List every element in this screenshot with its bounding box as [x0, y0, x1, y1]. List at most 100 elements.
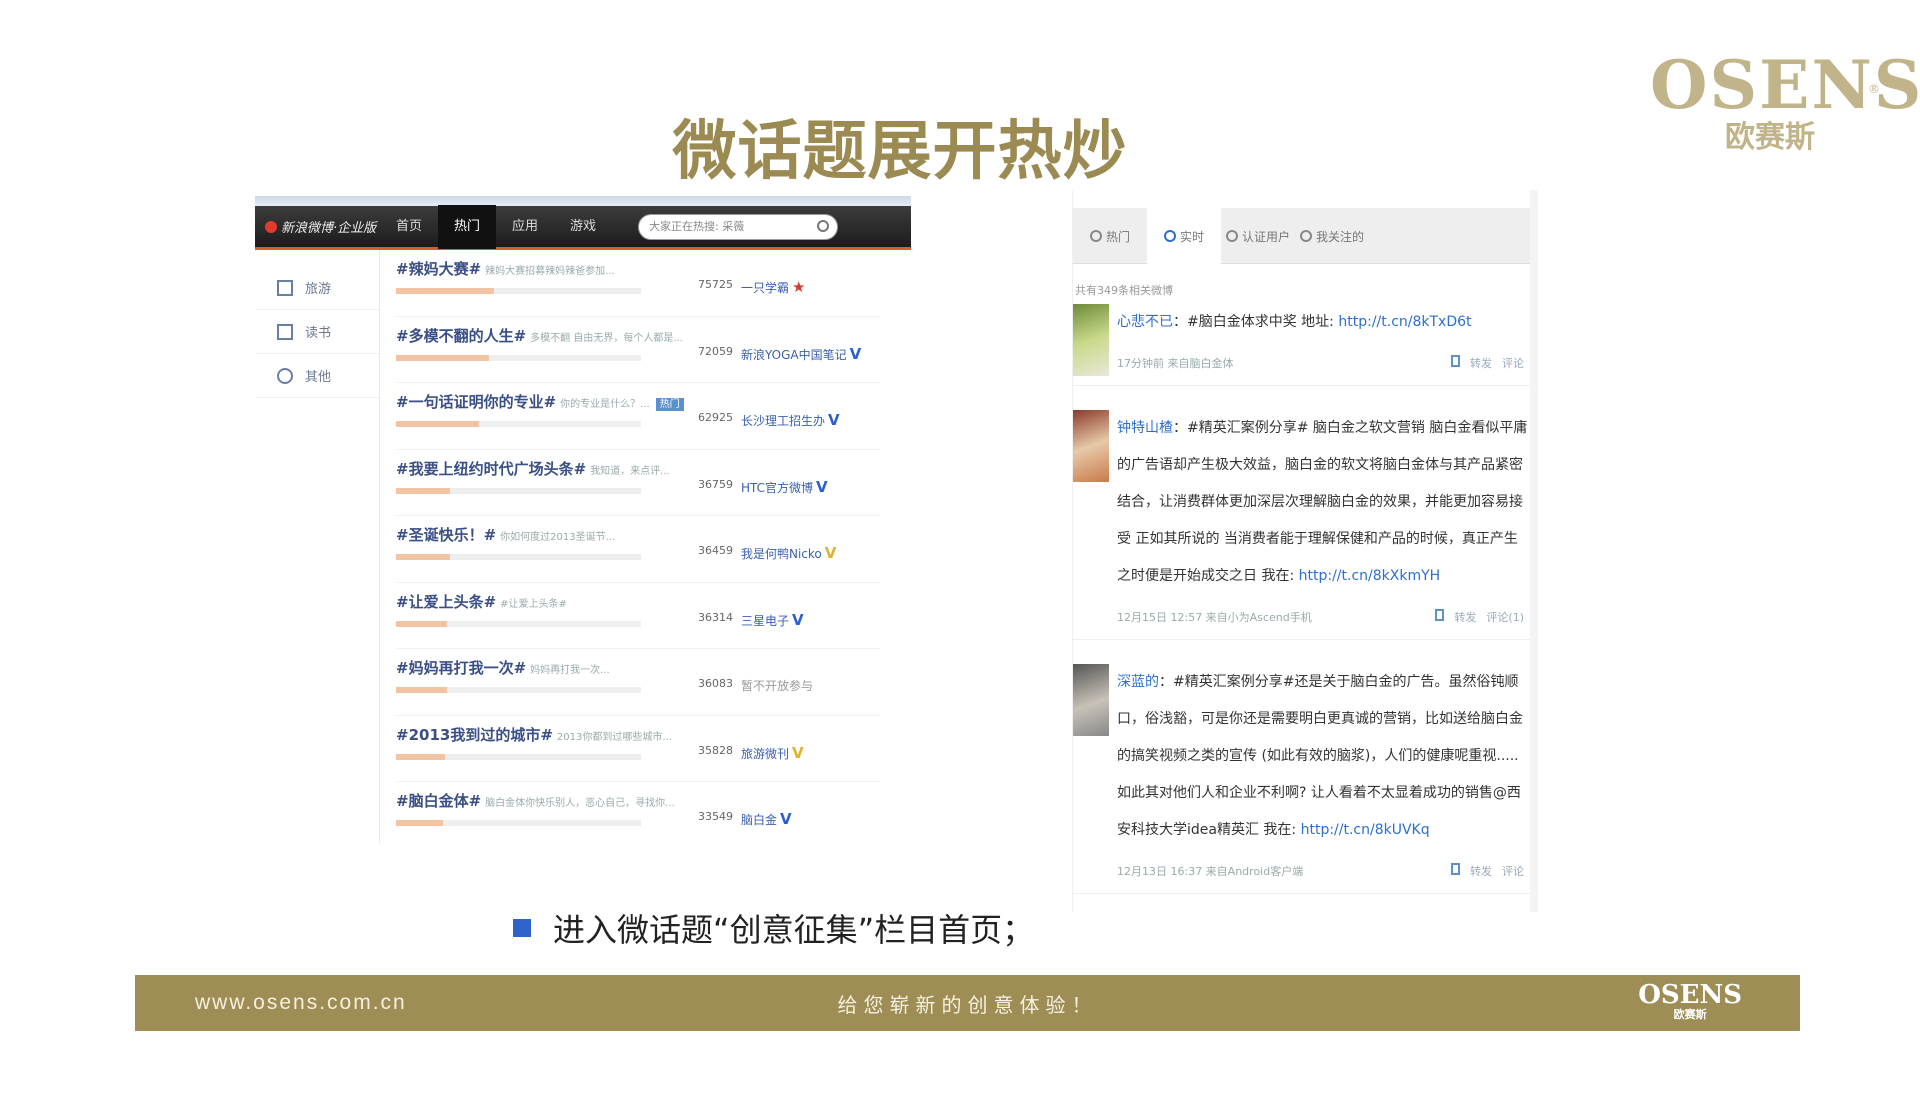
- feed-tab-label: 我关注的: [1315, 229, 1364, 244]
- tab-icon: [1089, 230, 1102, 242]
- post-content: ：#脑白金体求中奖 地址:: [1173, 314, 1339, 330]
- post-link[interactable]: http://t.cn/8kXkmYH: [1299, 568, 1441, 584]
- post-author[interactable]: 深蓝的: [1117, 674, 1159, 690]
- post-meta: 12月13日 16:37 来自Android客户端 转发 评论: [1117, 849, 1530, 893]
- avatar[interactable]: [1073, 304, 1109, 376]
- topic-host-name: 新浪YOGA中国笔记: [741, 347, 847, 362]
- topic-heat-fill: [396, 687, 448, 693]
- topic-heat-bar: [396, 288, 641, 294]
- topic-host[interactable]: 一只学霸 ★: [741, 278, 805, 296]
- topic-host[interactable]: 长沙理工招生办 V: [741, 411, 840, 429]
- search-icon[interactable]: [817, 219, 830, 232]
- weibo-top-nav: 新浪微博·企业版 首页 热门 应用 游戏 大家正在热搜: 采薇: [255, 204, 911, 250]
- sidebar-item[interactable]: 读书: [255, 310, 379, 354]
- topic-title[interactable]: #我要上纽约时代广场头条#: [396, 460, 586, 478]
- feed-tab[interactable]: 热门: [1073, 208, 1147, 264]
- like-icon[interactable]: [1451, 863, 1460, 875]
- post-timestamp: 17分钟前 来自脑白金体: [1117, 357, 1234, 370]
- post-actions: 转发 评论: [1451, 355, 1524, 371]
- topic-heat-bar: [396, 687, 641, 693]
- footer-band: www.osens.com.cn 给您崭新的创意体验！ OSENS 欧赛斯: [135, 975, 1800, 1031]
- post-author[interactable]: 心悲不已: [1117, 314, 1173, 330]
- slide-caption: 进入微话题“创意征集”栏目首页；: [513, 905, 1034, 951]
- topic-description: 2013你都到过哪些城市...: [556, 731, 672, 743]
- topic-description: 妈妈再打我一次...: [530, 665, 610, 676]
- topic-title[interactable]: #妈妈再打我一次#: [396, 659, 526, 677]
- topic-host[interactable]: HTC官方微博 V: [741, 478, 828, 496]
- topic-title[interactable]: #脑白金体#: [396, 792, 481, 810]
- nav-item[interactable]: 热门: [438, 204, 497, 249]
- avatar[interactable]: [1073, 664, 1109, 736]
- topic-description: 你的专业是什么？...: [560, 399, 650, 410]
- topic-title-line: #让爱上头条# #让爱上头条#: [396, 591, 567, 612]
- post-text: 心悲不已：#脑白金体求中奖 地址: http://t.cn/8kTxD6t: [1117, 304, 1530, 341]
- topic-host[interactable]: 脑白金 V: [741, 810, 792, 828]
- topic-count: 35828: [698, 743, 733, 757]
- like-icon[interactable]: [1435, 609, 1445, 621]
- topic-title-line: #我要上纽约时代广场头条# 我知道，来点评...: [396, 458, 670, 479]
- topic-host-name: 长沙理工招生办: [741, 414, 826, 428]
- footer-slogan: 给您崭新的创意体验！: [837, 992, 1098, 1017]
- post-action-0[interactable]: 转发: [1454, 609, 1476, 625]
- post-timestamp: 12月13日 16:37 来自Android客户端: [1117, 865, 1304, 878]
- verified-badge-icon: V: [792, 610, 804, 629]
- category-icon: [277, 323, 293, 340]
- topic-heat-bar: [396, 620, 641, 627]
- sidebar-item[interactable]: 旅游: [255, 266, 379, 310]
- weibo-brand[interactable]: 新浪微博·企业版: [255, 217, 380, 236]
- post-link[interactable]: http://t.cn/8kUVKq: [1301, 822, 1430, 838]
- avatar[interactable]: [1073, 410, 1109, 482]
- nav-item[interactable]: 应用: [496, 205, 554, 249]
- post-action-1[interactable]: 评论: [1502, 355, 1524, 371]
- topic-host-name: 我是何鸭Nicko: [741, 547, 822, 561]
- topic-count: 36314: [698, 610, 733, 624]
- topic-heat-bar: [396, 820, 641, 826]
- nav-item[interactable]: 游戏: [554, 205, 612, 249]
- verified-badge-icon: V: [824, 544, 837, 562]
- slide-title: 微话题展开热炒: [672, 115, 1128, 189]
- topic-title[interactable]: #2013我到过的城市#: [396, 726, 553, 744]
- topic-count: 62925: [698, 411, 733, 424]
- footer-logo-mark: OSENS: [1638, 980, 1742, 1010]
- topic-title[interactable]: #一句话证明你的专业#: [396, 393, 556, 411]
- post-action-0[interactable]: 转发: [1470, 863, 1492, 879]
- footer-logo-subtitle: 欧赛斯: [1673, 1008, 1707, 1021]
- bullet-icon: [513, 919, 531, 937]
- topic-count: 72059: [698, 344, 733, 358]
- topic-heat-fill: [396, 421, 480, 427]
- topic-heat-fill: [396, 288, 494, 294]
- topic-title[interactable]: #让爱上头条#: [396, 593, 496, 611]
- feed-tab[interactable]: 认证用户: [1221, 208, 1295, 264]
- topic-title-line: #一句话证明你的专业# 你的专业是什么？... 热门: [396, 391, 684, 412]
- post-action-1[interactable]: 评论(1): [1486, 609, 1524, 625]
- verified-badge-icon: ★: [792, 278, 806, 296]
- post-action-0[interactable]: 转发: [1470, 355, 1492, 371]
- topic-heat-fill: [396, 820, 443, 826]
- sidebar-item[interactable]: 其他: [255, 354, 379, 398]
- feed-tab[interactable]: 我关注的: [1295, 208, 1369, 264]
- topic-heat-bar: [396, 421, 641, 427]
- topic-host[interactable]: 我是何鸭Nicko V: [741, 544, 836, 562]
- footer-logo: OSENS 欧赛斯: [1638, 981, 1742, 1021]
- topic-host[interactable]: 旅游微刊 V: [741, 744, 804, 762]
- topic-list: #辣妈大赛# 辣妈大赛招募辣妈辣爸参加... 75725 一只学霸 ★ #多模不翻的人生#…: [380, 250, 880, 843]
- topic-row: #多模不翻的人生# 多模不翻 自由无界，每个人都是... 72059 新浪YOGA中国…: [396, 317, 880, 383]
- post-text: 钟特山楂：#精英汇案例分享# 脑白金之软文营销 脑白金看似平庸的广告语却产生极大…: [1117, 410, 1530, 595]
- like-icon[interactable]: [1451, 355, 1460, 367]
- post-author[interactable]: 钟特山楂: [1117, 420, 1173, 436]
- topic-host[interactable]: 新浪YOGA中国笔记 V: [741, 345, 861, 363]
- nav-item[interactable]: 首页: [380, 205, 438, 249]
- topic-host[interactable]: 三星电子 V: [741, 611, 804, 629]
- topic-heat-fill: [396, 554, 450, 560]
- topic-title[interactable]: #圣诞快乐！#: [396, 526, 496, 544]
- post-link[interactable]: http://t.cn/8kTxD6t: [1338, 314, 1471, 330]
- feed-tab[interactable]: 实时: [1147, 208, 1221, 264]
- topic-host-name: 旅游微刊: [741, 746, 790, 761]
- post-action-1[interactable]: 评论: [1502, 863, 1524, 879]
- feed-post: 心悲不已：#脑白金体求中奖 地址: http://t.cn/8kTxD6t 17分…: [1073, 304, 1530, 386]
- topic-title[interactable]: #辣妈大赛#: [396, 260, 481, 278]
- verified-badge-icon: V: [816, 477, 828, 496]
- topic-host-name: HTC官方微博: [741, 480, 814, 495]
- weibo-search-input[interactable]: 大家正在热搜: 采薇: [638, 213, 839, 240]
- topic-title[interactable]: #多模不翻的人生#: [396, 327, 526, 345]
